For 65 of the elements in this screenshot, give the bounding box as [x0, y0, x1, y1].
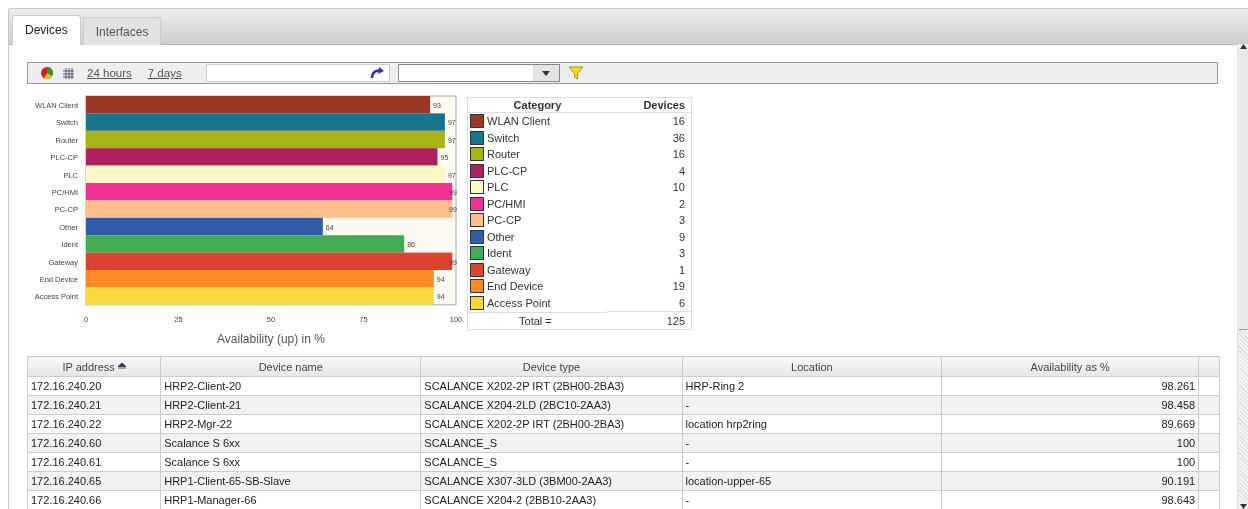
table-cell: SCALANCE_S	[420, 452, 683, 472]
device-count: 19	[672, 280, 685, 293]
grid-icon[interactable]	[62, 66, 75, 80]
device-count: 3	[678, 247, 685, 260]
device-count: 6	[678, 296, 685, 309]
column-header: Devices	[606, 97, 692, 113]
total-label: Total =	[519, 314, 552, 327]
axis-title: Availability (up) in %	[217, 331, 325, 346]
table-cell: 172.16.240.66	[27, 490, 161, 509]
table-cell: 172.16.240.20	[27, 376, 161, 396]
device-count: 4	[678, 164, 685, 177]
table-cell: 98.261	[941, 376, 1199, 396]
table-cell: location hrp2ring	[682, 414, 942, 434]
pie-chart-icon[interactable]	[40, 66, 54, 80]
total-count: 125	[666, 314, 685, 327]
scrollbar-thumb[interactable]	[1238, 51, 1248, 330]
column-header[interactable]: Device name	[160, 356, 421, 377]
table-cell: 172.16.240.61	[27, 452, 161, 472]
category-label: PLC-CP	[487, 164, 528, 177]
column-title: IP address	[62, 360, 115, 373]
category-label: End Device	[487, 280, 544, 293]
time-range-link[interactable]: 7 days	[143, 67, 186, 79]
table-cell: HRP2-Mgr-22	[160, 414, 421, 434]
device-count: 3	[678, 214, 685, 227]
category-label: PC/HMI	[487, 197, 526, 210]
table-cell: Scalance S 6xx	[160, 452, 421, 472]
table-cell: SCALANCE X202-2P IRT (2BH00-2BA3)	[420, 376, 683, 396]
table-cell: HRP-Ring 2	[682, 376, 942, 396]
table-cell: 100	[941, 452, 1199, 472]
dropdown-field[interactable]	[397, 64, 560, 82]
device-count: 2	[678, 197, 685, 210]
table-cell: 172.16.240.22	[27, 414, 161, 434]
column-header: Category	[467, 97, 607, 113]
table-cell: SCALANCE X202-2P IRT (2BH00-2BA3)	[420, 414, 683, 434]
table-cell: HRP2-Client-20	[160, 376, 421, 396]
category-label: PC-CP	[487, 214, 522, 227]
column-header[interactable]: Location	[682, 356, 942, 377]
column-header[interactable]: Device type	[420, 356, 683, 377]
category-label: Access Point	[487, 296, 551, 309]
device-count: 36	[672, 131, 685, 144]
sort-icon	[117, 362, 126, 371]
category-label: Gateway	[487, 263, 531, 276]
category-label: Switch	[487, 131, 520, 144]
scrollbar[interactable]	[1237, 44, 1248, 509]
category-label: Other	[487, 230, 515, 243]
tab[interactable]: Interfaces	[82, 17, 162, 45]
category-label: Router	[487, 148, 521, 161]
tab[interactable]: Devices	[12, 15, 81, 45]
column-header[interactable]: IP address	[27, 356, 161, 377]
table-cell: 89.669	[941, 414, 1199, 434]
category-label: PLC	[487, 181, 509, 194]
refresh-icon[interactable]	[368, 66, 385, 80]
device-count: 9	[678, 230, 685, 243]
table-cell: -	[682, 452, 942, 472]
search-field[interactable]	[205, 64, 390, 82]
filter-icon[interactable]	[567, 65, 584, 81]
device-count: 16	[672, 115, 685, 128]
category-label: Ident	[487, 247, 512, 260]
device-count: 16	[672, 148, 685, 161]
time-range-link[interactable]: 24 hours	[83, 67, 136, 79]
device-count: 1	[678, 263, 685, 276]
category-label: WLAN Client	[487, 115, 550, 128]
device-count: 10	[672, 181, 685, 194]
column-header[interactable]: Availability as %	[941, 356, 1199, 377]
caret-icon	[541, 70, 550, 76]
